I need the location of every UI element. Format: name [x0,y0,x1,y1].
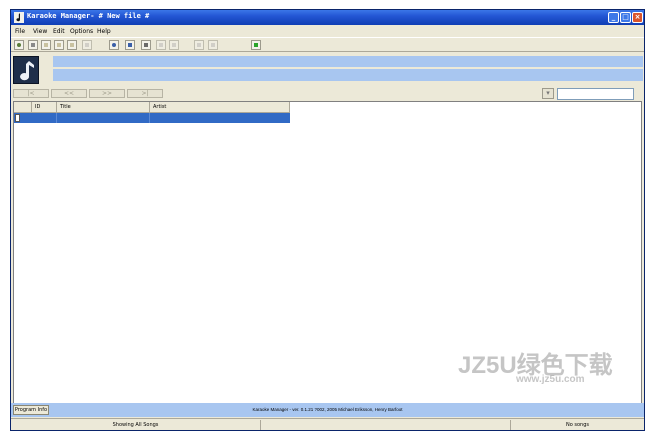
menu-bar: File View Edit Options Help [11,26,644,37]
navigation-bar: |< << >> >| ▾ [11,88,644,100]
export-icon[interactable] [141,40,151,50]
next-record-button[interactable]: >> [89,89,125,98]
table-row[interactable] [14,113,290,123]
minimize-button[interactable]: _ [608,12,619,23]
status-bar: Showing All Songs No songs [11,418,644,430]
menu-help[interactable]: Help [97,28,111,35]
song-info-line [53,56,643,67]
menu-options[interactable]: Options [70,28,93,35]
row-marker [15,114,20,122]
version-text: Karaoke Manager - ver. 0.1.21 ?002, 2005… [252,407,403,412]
search-icon[interactable] [109,40,119,50]
filter-icon[interactable]: ▾ [542,88,554,99]
cell-artist [150,113,290,123]
program-info-button[interactable]: Program Info [13,405,49,415]
table-header: ID Title Artist [14,102,290,113]
cell-title [57,113,150,123]
window-title: Karaoke Manager- # New file # [27,12,150,20]
open-icon[interactable] [54,40,64,50]
title-bar[interactable]: Karaoke Manager- # New file # _ □ × [11,10,644,25]
song-info-line [53,69,643,81]
folder-icon[interactable] [41,40,51,50]
prev-record-button[interactable]: << [51,89,87,98]
column-marker[interactable] [14,102,32,112]
status-pane-empty [261,420,511,430]
column-title[interactable]: Title [57,102,150,112]
menu-view[interactable]: View [33,28,47,35]
toolbar [11,37,644,52]
song-table[interactable]: ID Title Artist [13,101,642,404]
paste-icon[interactable] [194,40,204,50]
save-icon[interactable] [67,40,77,50]
info-bar: Karaoke Manager - ver. 0.1.21 ?002, 2005… [11,403,644,417]
status-text: Showing All Songs [11,420,261,430]
cell-id [32,113,57,123]
maximize-button[interactable]: □ [620,12,631,23]
first-record-button[interactable]: |< [13,89,49,98]
exit-icon[interactable] [251,40,261,50]
grid-icon[interactable] [28,40,38,50]
column-id[interactable]: ID [32,102,57,112]
last-record-button[interactable]: >| [127,89,163,98]
copy-icon[interactable] [169,40,179,50]
menu-edit[interactable]: Edit [53,28,65,35]
cut-icon[interactable] [156,40,166,50]
music-note-icon [13,56,39,84]
app-window: Karaoke Manager- # New file # _ □ × File… [10,9,645,431]
menu-file[interactable]: File [15,28,25,35]
delete-icon[interactable] [82,40,92,50]
music-note-icon [14,12,24,23]
add-icon[interactable] [14,40,24,50]
close-button[interactable]: × [632,12,643,23]
song-count-text: No songs [565,422,589,428]
search-input[interactable] [557,88,634,100]
column-artist[interactable]: Artist [150,102,290,112]
song-info-panel [11,53,644,87]
undo-icon[interactable] [208,40,218,50]
print-icon[interactable] [125,40,135,50]
